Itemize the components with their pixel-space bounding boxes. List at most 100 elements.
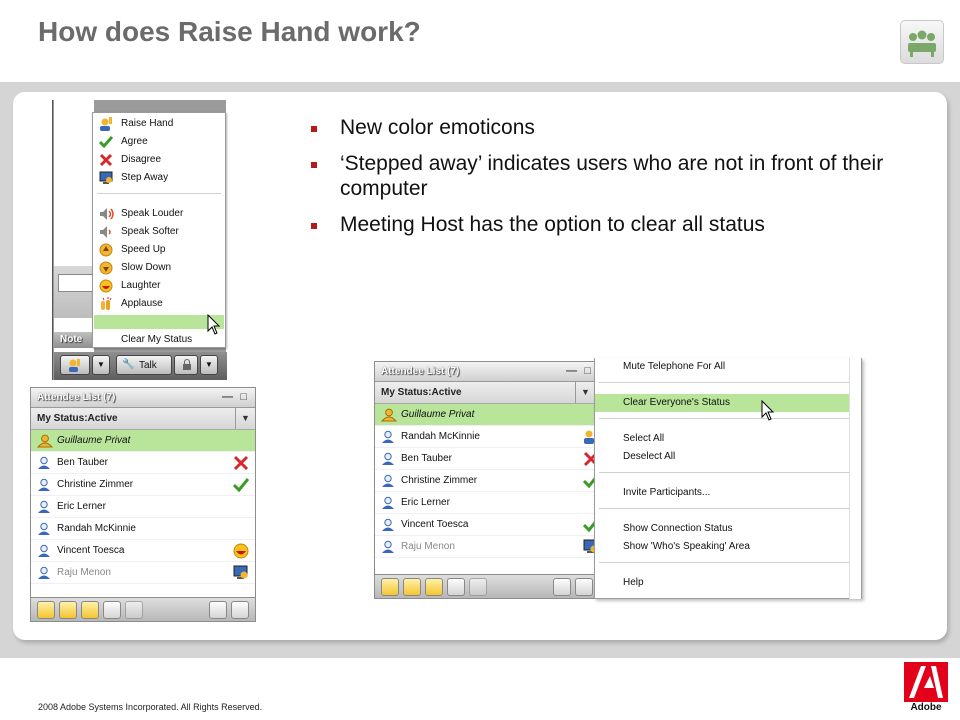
attendee-row[interactable]: Christine Zimmer — [375, 470, 605, 492]
maximize-icon[interactable]: □ — [584, 364, 591, 378]
menu-item-disagree[interactable]: Disagree — [93, 151, 225, 169]
step-away-icon — [233, 565, 249, 584]
person-icon — [37, 522, 51, 539]
attendee-row[interactable]: Ben Tauber — [375, 448, 605, 470]
telephone-button[interactable] — [403, 578, 421, 596]
talk-dropdown-button[interactable]: ▼ — [200, 355, 218, 375]
attendee-row[interactable]: Eric Lerner — [375, 492, 605, 514]
settings-gear-button[interactable] — [231, 601, 249, 619]
skip-button[interactable] — [125, 601, 143, 619]
attendee-row-host[interactable]: Guillaume Privat — [31, 430, 255, 452]
chat-input[interactable] — [58, 274, 94, 292]
menu-item-speak-softer[interactable]: Speak Softer — [93, 223, 225, 241]
maximize-icon[interactable]: □ — [240, 390, 247, 404]
menu-item-step-away[interactable]: Step Away — [93, 169, 225, 187]
status-dropdown-button[interactable]: ▼ — [92, 355, 110, 375]
note-pod-titlebar: Note — [54, 332, 94, 348]
attendee-list-titlebar: Attendee List (7) — □ — [375, 362, 605, 382]
attendee-context-menu: Mute Telephone For All Clear Everyone's … — [594, 358, 862, 599]
attendee-row[interactable]: Vincent Toesca — [375, 514, 605, 536]
chevron-down-icon: ▼ — [97, 360, 105, 369]
microphone-icon: 🔧 — [122, 359, 135, 370]
menu-item-show-connection-status[interactable]: Show Connection Status — [595, 520, 861, 538]
minimize-icon[interactable]: — — [222, 390, 233, 404]
menu-item-help[interactable]: Help — [595, 574, 861, 592]
status-toolbar-button[interactable] — [37, 601, 55, 619]
menu-item-select-all[interactable]: Select All — [595, 430, 861, 448]
attendee-toolbar — [31, 597, 255, 621]
person-icon — [37, 478, 51, 495]
menu-separator — [599, 418, 851, 419]
raise-hand-icon — [100, 117, 112, 131]
talk-label: Talk — [139, 360, 157, 371]
attendee-row[interactable]: Raju Menon — [375, 536, 605, 558]
my-status-dropdown[interactable]: My Status:Active ▼ — [31, 408, 255, 430]
person-icon — [37, 456, 51, 473]
chevron-down-icon: ▼ — [205, 360, 213, 369]
menu-separator — [599, 382, 851, 383]
attendee-name: Raju Menon — [57, 567, 111, 578]
my-status-dropdown[interactable]: My Status:Active ▼ — [375, 382, 605, 404]
menu-item-slow-down[interactable]: Slow Down — [93, 259, 225, 277]
menu-item-agree[interactable]: Agree — [93, 133, 225, 151]
status-toolbar-button[interactable] — [381, 578, 399, 596]
menu-item-invite-participants[interactable]: Invite Participants... — [595, 484, 861, 502]
menu-scrollbar[interactable] — [849, 358, 861, 599]
menu-item-clear-everyones-status[interactable]: Clear Everyone's Status — [595, 394, 861, 412]
menu-item-laughter[interactable]: Laughter — [93, 277, 225, 295]
speak-softer-icon — [100, 226, 111, 238]
menu-separator — [599, 562, 851, 563]
attendee-row[interactable]: Randah McKinnie — [375, 426, 605, 448]
grid-view-button[interactable] — [209, 601, 227, 619]
telephone-button[interactable] — [59, 601, 77, 619]
agree-check-icon — [99, 136, 113, 149]
slide-title: How does Raise Hand work? — [38, 16, 421, 47]
lock-icon — [183, 359, 191, 370]
skip-button[interactable] — [469, 578, 487, 596]
audio-button[interactable] — [425, 578, 443, 596]
person-icon — [381, 452, 395, 469]
attendee-row[interactable]: Vincent Toesca — [31, 540, 255, 562]
attendee-name: Randah McKinnie — [57, 523, 136, 534]
talk-button[interactable]: 🔧 Talk — [116, 355, 172, 375]
lock-button[interactable] — [174, 355, 198, 375]
host-person-icon — [36, 434, 54, 451]
hand-button[interactable] — [447, 578, 465, 596]
attendee-row[interactable]: Randah McKinnie — [31, 518, 255, 540]
menu-item-applause[interactable]: Applause — [93, 295, 225, 313]
minimize-icon[interactable]: — — [566, 364, 577, 378]
person-icon — [37, 544, 51, 561]
person-icon — [381, 540, 395, 557]
attendee-row[interactable]: Christine Zimmer — [31, 474, 255, 496]
speed-up-icon — [99, 243, 113, 257]
attendee-name: Vincent Toesca — [57, 545, 125, 556]
attendee-row[interactable]: Eric Lerner — [31, 496, 255, 518]
bullet-list: New color emoticons ‘Stepped away’ indic… — [308, 115, 888, 248]
bullet-item: ‘Stepped away’ indicates users who are n… — [308, 151, 888, 201]
menu-highlight-row — [94, 315, 224, 329]
hand-button[interactable] — [103, 601, 121, 619]
grid-view-button[interactable] — [553, 578, 571, 596]
settings-gear-button[interactable] — [575, 578, 593, 596]
menu-item-show-whos-speaking[interactable]: Show 'Who's Speaking' Area — [595, 538, 861, 556]
menu-item-deselect-all[interactable]: Deselect All — [595, 448, 861, 466]
attendee-list-title: Attendee List (7) — [37, 392, 116, 403]
menu-item-mute-telephone[interactable]: Mute Telephone For All — [595, 358, 861, 376]
attendee-row[interactable]: Ben Tauber — [31, 452, 255, 474]
attendee-row-host[interactable]: Guillaume Privat — [375, 404, 605, 426]
disagree-x-icon — [233, 455, 249, 474]
menu-item-raise-hand[interactable]: Raise Hand — [93, 115, 225, 133]
menu-item-speed-up[interactable]: Speed Up — [93, 241, 225, 259]
adobe-wordmark: Adobe — [910, 702, 942, 713]
status-button[interactable] — [60, 355, 90, 375]
step-away-icon — [99, 171, 113, 184]
attendee-list-title: Attendee List (7) — [381, 366, 460, 377]
menu-separator — [599, 472, 851, 473]
bullet-item: New color emoticons — [308, 115, 888, 140]
copyright-footer: 2008 Adobe Systems Incorporated. All Rig… — [38, 702, 263, 712]
menu-item-clear-my-status[interactable]: Clear My Status — [93, 331, 225, 349]
attendee-row[interactable]: Raju Menon — [31, 562, 255, 584]
attendee-name: Eric Lerner — [401, 497, 450, 508]
audio-button[interactable] — [81, 601, 99, 619]
menu-item-speak-louder[interactable]: Speak Louder — [93, 205, 225, 223]
